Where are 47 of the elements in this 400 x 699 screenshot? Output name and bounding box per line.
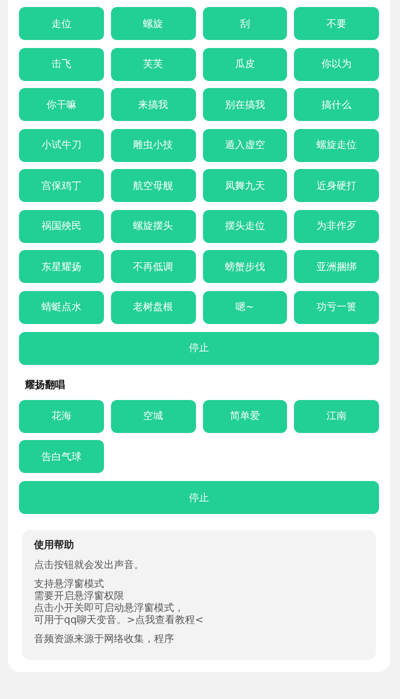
help-text: 音频资源来源于网络收集，程序 [34, 634, 175, 646]
help-text: 支持悬浮窗模式 [34, 579, 105, 590]
sound-button[interactable]: 螃蟹步伐 [202, 250, 288, 283]
sound-button[interactable]: 功亏一篑 [294, 290, 379, 324]
sound-button[interactable]: 老树盘根 [110, 290, 196, 324]
sound-button[interactable]: 花海 [19, 400, 104, 432]
sound-button[interactable]: 东星耀扬 [19, 250, 104, 283]
sound-button[interactable]: 螺旋 [110, 7, 196, 40]
sound-button[interactable]: 小试牛刀 [19, 128, 104, 162]
sound-button[interactable]: 螺旋摆头 [110, 210, 196, 242]
stop-button[interactable]: 停止 [19, 332, 379, 364]
sound-button[interactable]: 祸国殃民 [19, 210, 104, 242]
section-title: 耀扬翻唱 [24, 378, 66, 392]
sound-button[interactable]: 瓜皮 [202, 48, 288, 80]
help-text: 点击按钮就会发出声音。 [34, 560, 145, 572]
sound-button[interactable]: 击飞 [19, 48, 104, 80]
sound-button[interactable]: 凤舞九天 [202, 169, 288, 202]
stop-button[interactable]: 停止 [19, 481, 379, 514]
sound-button[interactable]: 搞什么 [294, 88, 379, 121]
sound-button[interactable]: 不要 [294, 7, 379, 40]
sound-button[interactable]: 简单爱 [202, 400, 288, 432]
sound-button[interactable]: 蜻蜓点水 [19, 290, 104, 324]
sound-button[interactable]: 来搞我 [110, 88, 196, 121]
sound-button[interactable]: 摆头走位 [202, 210, 288, 242]
sound-button[interactable]: 嗯~ [202, 290, 288, 324]
sound-button[interactable]: 宫保鸡丁 [19, 169, 104, 202]
sound-button[interactable]: 别在搞我 [202, 88, 288, 121]
sound-button[interactable]: 你以为 [294, 48, 379, 80]
sound-button[interactable]: 空城 [110, 400, 196, 432]
sound-button[interactable]: 亚洲捆绑 [294, 250, 379, 283]
sound-button[interactable]: 走位 [19, 7, 104, 40]
help-text: 可用于qq聊天变音。>点我查看教程< [34, 615, 204, 627]
help-title: 使用帮助 [34, 538, 75, 552]
sound-button[interactable]: 告白气球 [19, 440, 104, 473]
sound-button[interactable]: 螺旋走位 [294, 128, 379, 162]
sound-button[interactable]: 航空母舰 [110, 169, 196, 202]
sound-button[interactable]: 你干嘛 [19, 88, 104, 121]
sound-button[interactable]: 为非作歹 [294, 210, 379, 242]
sound-button[interactable]: 芙芙 [110, 48, 196, 80]
sound-button[interactable]: 刮 [202, 7, 288, 40]
sound-button[interactable]: 雕虫小技 [110, 128, 196, 162]
help-text: 需要开启悬浮窗权限 [34, 591, 125, 602]
sound-button[interactable]: 遁入虚空 [202, 128, 288, 162]
sound-button[interactable]: 江南 [294, 400, 379, 432]
sound-button[interactable]: 近身硬打 [294, 169, 379, 202]
help-text: 点击小开关即可启动悬浮窗模式， [34, 603, 185, 614]
sound-button[interactable]: 不再低调 [110, 250, 196, 283]
